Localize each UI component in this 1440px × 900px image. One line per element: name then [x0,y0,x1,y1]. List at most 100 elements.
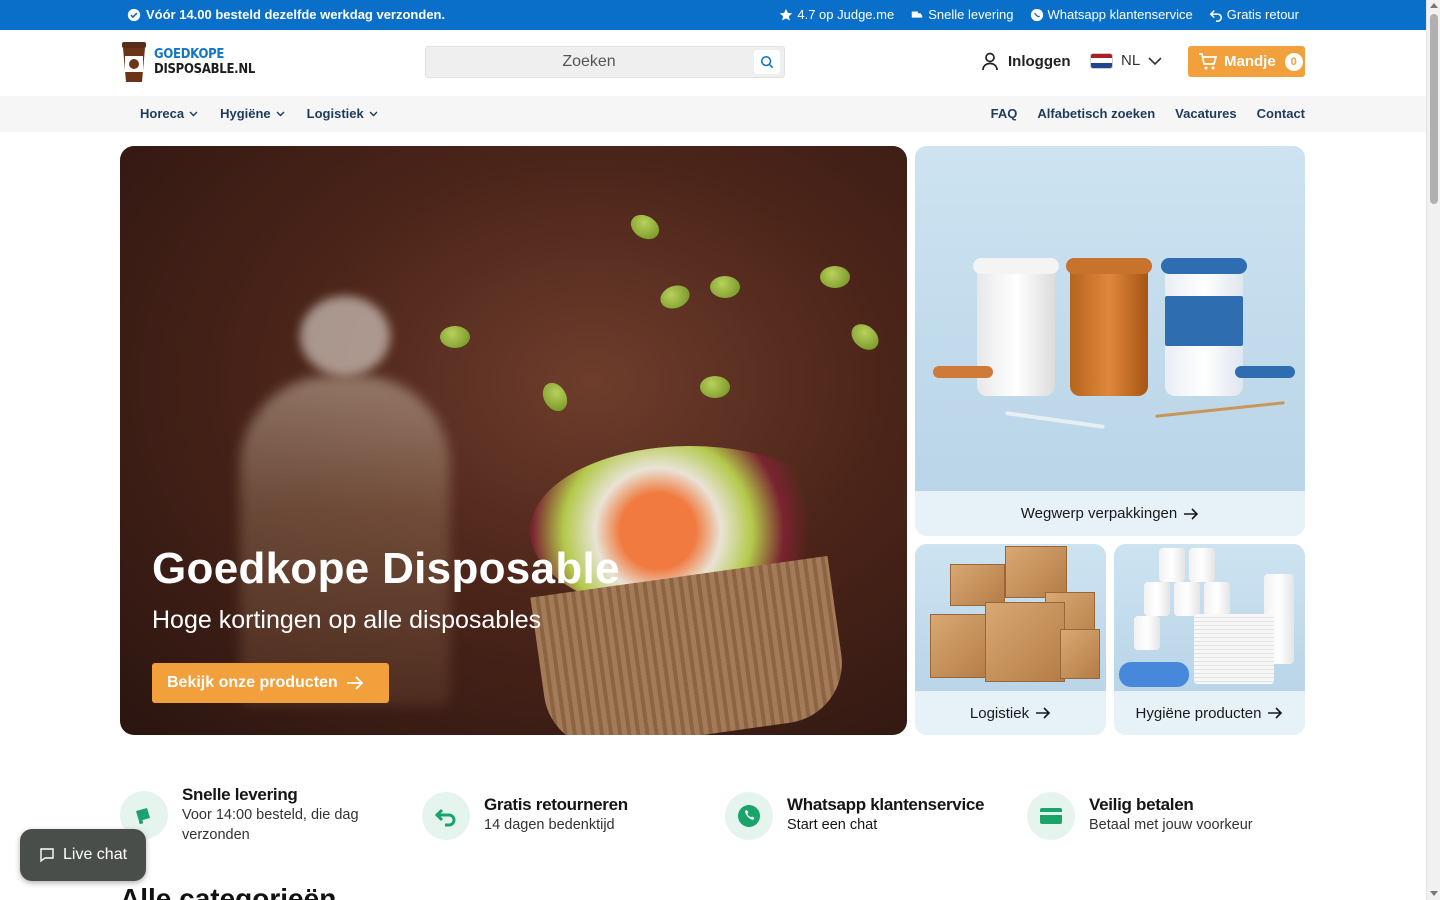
usp-secure-payment: Veilig betalen Betaal met jouw voorkeur [1027,792,1253,840]
rating-link[interactable]: 4.7 op Judge.me [779,7,894,22]
announcement: Vóór 14.00 besteld dezelfde werkdag verz… [127,7,445,22]
chevron-down-icon [276,111,285,116]
announcement-text: Vóór 14.00 besteld dezelfde werkdag verz… [146,7,446,22]
language-code: NL [1121,52,1141,69]
language-selector[interactable]: NL [1090,52,1162,69]
free-return-link[interactable]: Gratis retour [1209,7,1299,22]
announcement-bar: Vóór 14.00 besteld dezelfde werkdag verz… [0,0,1426,30]
usp-desc: Betaal met jouw voorkeur [1089,817,1253,833]
usp-icon-circle [1027,792,1075,840]
live-chat-label: Live chat [63,846,128,863]
arrow-right-icon [346,676,363,690]
usp-title: Whatsapp klantenservice [787,795,985,814]
nav-link-alphabetical[interactable]: Alfabetisch zoeken [1037,106,1155,121]
nav-item-label: Hygiëne [220,106,271,121]
view-products-button[interactable]: Bekijk onze producten [152,663,389,703]
category-card-label: Wegwerp verpakkingen [1020,505,1178,522]
nav-link-contact[interactable]: Contact [1257,106,1305,121]
whatsapp-link[interactable]: Whatsapp klantenservice [1030,7,1193,22]
star-icon [780,8,793,21]
nav-item-hygiene[interactable]: Hygiëne [220,106,285,121]
chevron-down-icon [1148,56,1162,65]
fast-delivery-text: Snelle levering [928,7,1014,22]
nav-item-horeca[interactable]: Horeca [140,106,198,121]
hero-image-bean [626,209,664,245]
login-button[interactable]: Inloggen [980,51,1071,71]
category-card-label: Hygiëne producten [1135,704,1262,722]
logo[interactable]: GOEDKOPE DISPOSABLE.NL [120,40,266,84]
truck-icon [136,808,150,824]
whatsapp-text: Whatsapp klantenservice [1047,7,1193,22]
hero-image-bean [700,376,730,398]
usp-desc: Voor 14:00 besteld, die dag verzonden [182,807,359,843]
logo-line-1: GOEDKOPE [154,47,225,62]
category-card-packaging[interactable]: Wegwerp verpakkingen [915,146,1305,536]
arrow-right-icon [1184,507,1199,520]
user-icon [982,52,998,71]
category-card-label: Logistiek [969,704,1030,722]
logo-line-2: DISPOSABLE.NL [154,62,256,77]
free-return-text: Gratis retour [1226,7,1299,22]
chevron-down-icon [369,111,378,116]
nav-item-logistiek[interactable]: Logistiek [307,106,378,121]
usp-title: Snelle levering [182,785,298,804]
cart-icon [1199,52,1218,69]
scroll-down-arrow-icon[interactable] [1430,891,1438,896]
hero-subtitle: Hoge kortingen op alle disposables [152,606,542,634]
truck-icon [911,11,923,18]
category-card-hygiene[interactable]: Hygiëne producten [1114,544,1305,735]
usp-free-return: Gratis retourneren 14 dagen bedenktijd [422,792,628,840]
rating-text: 4.7 op Judge.me [797,7,895,22]
cart-label: Mandje [1224,53,1276,70]
dutch-flag-icon [1090,52,1113,69]
whatsapp-icon [1030,8,1043,21]
nav-item-label: Horeca [140,106,185,121]
hero-image-bean [657,281,693,313]
nav-link-faq[interactable]: FAQ [991,106,1018,121]
chat-bubble-icon [40,848,54,863]
return-icon [434,808,456,827]
login-label: Inloggen [1008,52,1071,70]
usp-fast-delivery: Snelle levering Voor 14:00 besteld, die … [120,785,382,845]
packaging-image [915,146,1305,491]
section-title: Alle categorieën [120,883,337,900]
hero-image-bean [820,266,850,288]
usp-whatsapp[interactable]: Whatsapp klantenservice Start een chat [725,792,985,840]
arrow-right-icon [1268,707,1283,719]
return-icon [1209,9,1222,22]
site-header: GOEDKOPE DISPOSABLE.NL Inloggen NL Mandj… [0,30,1426,96]
cart-button[interactable]: Mandje 0 [1188,46,1305,77]
view-products-label: Bekijk onze producten [167,674,338,691]
hero-image-bean [846,318,884,356]
hero-title: Goedkope Disposable [152,544,620,593]
live-chat-button[interactable]: Live chat [20,829,146,881]
search-button[interactable] [754,50,780,74]
usp-icon-circle [422,792,470,840]
hero-banner: Goedkope Disposable Hoge kortingen op al… [120,146,907,735]
category-card-logistics[interactable]: Logistiek [915,544,1106,735]
hero-image-chef-hat [300,296,390,376]
cart-count-badge: 0 [1284,52,1303,71]
logistics-image [915,544,1106,691]
scroll-up-arrow-icon[interactable] [1430,3,1438,8]
hero-image-chef [240,376,450,706]
fast-delivery-link[interactable]: Snelle levering [910,7,1014,22]
coffee-cup-logo-icon [122,42,146,82]
hero-image-bean [440,326,470,348]
hero-image-bean [710,276,740,298]
usp-desc: Start een chat [787,817,878,833]
nav-link-vacancies[interactable]: Vacatures [1175,106,1236,121]
search-input[interactable] [426,47,752,77]
usp-title: Veilig betalen [1089,795,1194,814]
chevron-down-icon [189,111,198,116]
whatsapp-icon [738,805,760,827]
scrollbar-thumb[interactable] [1430,14,1438,204]
search-box [425,46,785,78]
usp-icon-circle [725,792,773,840]
search-icon [760,55,774,69]
hygiene-image [1114,544,1305,691]
nav-item-label: Logistiek [306,106,364,121]
page-scrollbar[interactable] [1426,0,1440,900]
usp-desc: 14 dagen bedenktijd [484,817,615,833]
hero-image-bean [537,378,573,416]
